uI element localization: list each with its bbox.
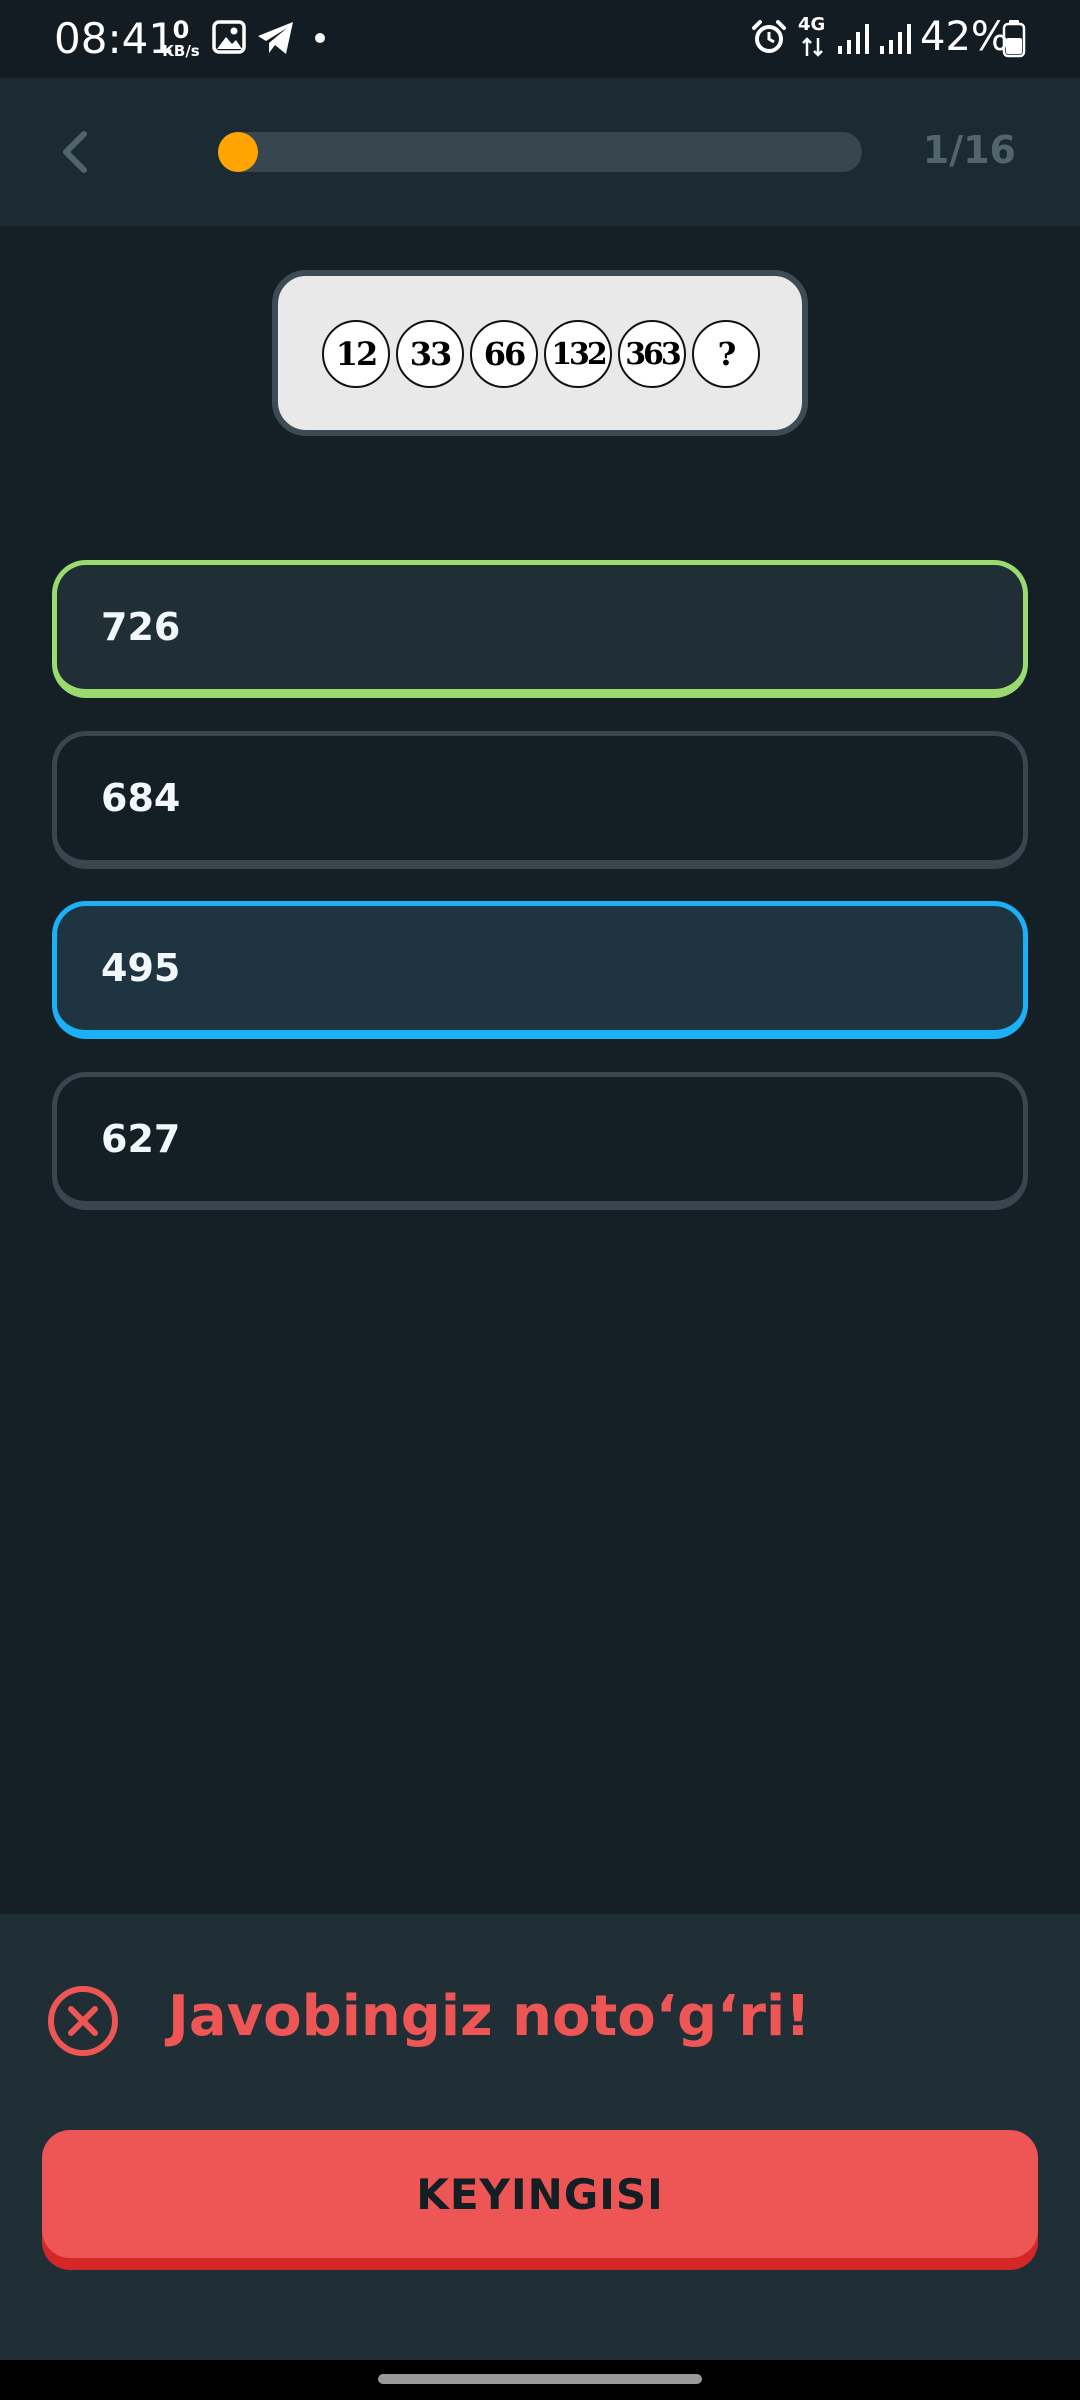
progress-fill [218, 132, 258, 172]
gallery-icon [212, 20, 246, 54]
sequence-number: 132 [544, 320, 612, 388]
next-button[interactable]: KEYINGISI [42, 2130, 1038, 2258]
status-time: 08:41 [54, 14, 176, 63]
answer-option-label: 627 [101, 1117, 181, 1161]
quiz-screen: 08:41 0 KB/s 4G 42% 1/16 12 33 66 132 36… [0, 0, 1080, 2400]
answer-option-default[interactable]: 627 [52, 1072, 1028, 1210]
back-chevron-icon[interactable] [48, 122, 108, 182]
net-speed-unit: KB/s [162, 42, 200, 60]
feedback-panel: Javobingiz noto‘g‘ri! KEYINGISI [0, 1914, 1080, 2360]
battery-percent: 42% [920, 14, 1009, 60]
lesson-header: 1/16 [0, 78, 1080, 226]
answer-option-correct[interactable]: 726 [52, 560, 1028, 698]
battery-icon [1002, 20, 1026, 58]
net-speed-value: 0 [172, 16, 190, 44]
net-speed: 0 KB/s [158, 18, 204, 59]
sequence-number: 33 [396, 320, 464, 388]
wrong-answer-icon [48, 1986, 118, 2056]
question-image: 12 33 66 132 363? [272, 270, 808, 436]
answer-option-label: 726 [101, 605, 181, 649]
answer-option-selected[interactable]: 495 [52, 901, 1028, 1039]
data-arrows-icon [802, 37, 823, 57]
feedback-message: Javobingiz noto‘g‘ri! [168, 1984, 811, 2049]
answer-option-label: 684 [101, 776, 181, 820]
home-indicator[interactable] [378, 2374, 702, 2384]
sequence-number: 12 [322, 320, 390, 388]
dot-icon [315, 33, 325, 43]
progress-bar [218, 132, 862, 172]
alarm-icon [752, 20, 786, 53]
signal-icon [838, 24, 869, 54]
number-sequence: 12 33 66 132 363? [322, 320, 766, 388]
status-bar: 08:41 0 KB/s 4G 42% [0, 0, 1080, 78]
sequence-number: 363 [618, 320, 686, 388]
signal-icon [880, 24, 911, 54]
progress-counter: 1/16 [922, 128, 1016, 172]
sequence-number: 66 [470, 320, 538, 388]
answer-option-default[interactable]: 684 [52, 731, 1028, 869]
system-nav-bar [0, 2360, 1080, 2400]
network-type: 4G [798, 14, 826, 35]
answer-option-label: 495 [101, 946, 181, 990]
sequence-number: ? [692, 320, 760, 388]
telegram-icon [258, 22, 293, 54]
